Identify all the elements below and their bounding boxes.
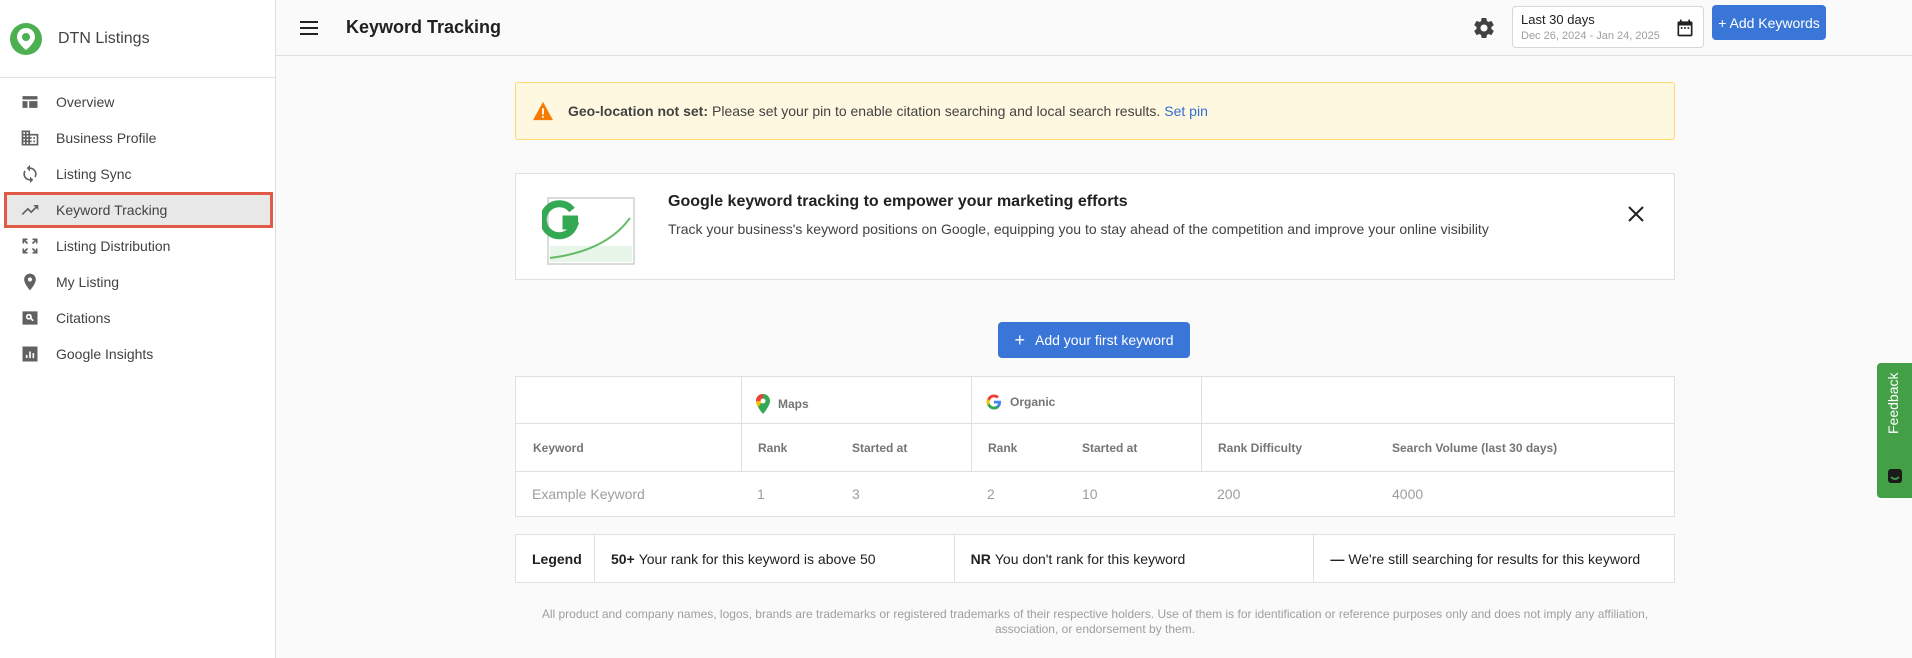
feedback-tab[interactable]: Feedback xyxy=(1877,363,1912,498)
legend-key: — xyxy=(1330,550,1345,567)
promo-title: Google keyword tracking to empower your … xyxy=(668,193,1128,210)
menu-icon[interactable] xyxy=(300,16,324,40)
sync-icon xyxy=(0,164,56,184)
table-header-row: Keyword Rank Started at Rank Started at … xyxy=(516,424,1674,472)
sidebar-item-label: Citations xyxy=(56,310,111,326)
geo-location-alert: Geo-location not set: Please set your pi… xyxy=(515,82,1675,140)
legend-item: — We're still searching for results for … xyxy=(1314,535,1674,582)
col-keyword: Keyword xyxy=(533,441,584,455)
legend-key: 50+ xyxy=(610,550,635,567)
google-keyword-illustration xyxy=(542,197,635,265)
date-range-label: Last 30 days xyxy=(1521,12,1595,27)
legend-text: Your rank for this keyword is above 50 xyxy=(638,550,876,567)
set-pin-link[interactable]: Set pin xyxy=(1164,103,1208,119)
col-maps-started: Started at xyxy=(852,441,908,455)
add-keywords-button[interactable]: + Add Keywords xyxy=(1712,5,1826,40)
legend-text: You don't rank for this keyword xyxy=(994,550,1186,567)
cell-maps-rank: 1 xyxy=(757,486,765,502)
bar-chart-icon xyxy=(0,344,56,364)
promo-text: Track your business's keyword positions … xyxy=(668,221,1489,237)
trademark-disclaimer: All product and company names, logos, br… xyxy=(541,607,1649,636)
overview-icon xyxy=(0,92,56,112)
sidebar-item-label: Google Insights xyxy=(56,346,154,362)
sidebar-item-label: Keyword Tracking xyxy=(56,202,168,218)
date-range-value: Dec 26, 2024 - Jan 24, 2025 xyxy=(1521,30,1660,42)
maps-group-header: Maps xyxy=(756,394,809,414)
col-organic-started: Started at xyxy=(1082,441,1138,455)
legend-text: We're still searching for results for th… xyxy=(1348,550,1641,567)
page-title: Keyword Tracking xyxy=(346,17,502,37)
cell-keyword: Example Keyword xyxy=(532,486,645,502)
brand-logo-icon[interactable] xyxy=(10,22,42,55)
alert-title: Geo-location not set: xyxy=(568,103,708,119)
date-range-picker[interactable]: Last 30 days Dec 26, 2024 - Jan 24, 2025 xyxy=(1512,6,1704,48)
organic-group-header: Organic xyxy=(986,394,1055,410)
col-maps-rank: Rank xyxy=(758,441,788,455)
maps-label: Maps xyxy=(778,397,809,411)
sidebar-item-citations[interactable]: Citations xyxy=(0,300,275,336)
google-icon xyxy=(986,394,1001,410)
col-rank-difficulty: Rank Difficulty xyxy=(1218,441,1303,455)
cell-rank-difficulty: 200 xyxy=(1217,486,1241,502)
sidebar-item-business-profile[interactable]: Business Profile xyxy=(0,120,275,156)
brand-name: DTN Listings xyxy=(58,29,150,47)
sidebar-item-google-insights[interactable]: Google Insights xyxy=(0,336,275,372)
legend: Legend 50+ Your rank for this keyword is… xyxy=(515,534,1675,583)
expand-icon xyxy=(0,236,56,256)
sidebar-item-label: Business Profile xyxy=(56,130,157,146)
sidebar-item-label: Listing Distribution xyxy=(56,238,171,254)
sidebar-item-listing-sync[interactable]: Listing Sync xyxy=(0,156,275,192)
sidebar: DTN Listings Overview Business Profile L… xyxy=(0,0,276,658)
warning-icon xyxy=(533,101,553,121)
organic-label: Organic xyxy=(1010,395,1056,409)
building-icon xyxy=(0,128,56,148)
feedback-label: Feedback xyxy=(1885,373,1901,435)
trending-up-icon xyxy=(4,200,56,220)
alert-text: Please set your pin to enable citation s… xyxy=(712,103,1161,119)
location-pin-icon xyxy=(0,272,56,292)
legend-key: NR xyxy=(970,550,991,567)
legend-item: 50+ Your rank for this keyword is above … xyxy=(595,535,955,582)
table-row: Example Keyword 1 3 2 10 200 4000 xyxy=(516,472,1674,518)
calendar-icon xyxy=(1677,19,1693,37)
sidebar-item-label: Overview xyxy=(56,94,115,110)
sidebar-nav: Overview Business Profile Listing Sync K… xyxy=(0,78,275,372)
cell-organic-rank: 2 xyxy=(987,486,995,502)
cell-search-volume: 4000 xyxy=(1392,486,1424,502)
brand: DTN Listings xyxy=(0,0,275,78)
cell-maps-started: 3 xyxy=(852,486,860,502)
close-icon[interactable] xyxy=(1626,204,1646,224)
sidebar-item-label: My Listing xyxy=(56,274,120,290)
google-maps-icon xyxy=(756,394,770,414)
sidebar-item-keyword-tracking[interactable]: Keyword Tracking xyxy=(4,192,273,228)
sidebar-item-overview[interactable]: Overview xyxy=(0,84,275,120)
sidebar-item-label: Listing Sync xyxy=(56,166,132,182)
table-group-header: Maps Organic xyxy=(516,377,1674,424)
add-first-keyword-button[interactable]: + Add your first keyword xyxy=(998,322,1190,358)
topbar: Keyword Tracking Last 30 days Dec 26, 20… xyxy=(276,0,1912,56)
search-box-icon xyxy=(0,308,56,328)
legend-item: NR You don't rank for this keyword xyxy=(955,535,1315,582)
sidebar-item-my-listing[interactable]: My Listing xyxy=(0,264,275,300)
col-organic-rank: Rank xyxy=(988,441,1018,455)
feedback-icon xyxy=(1888,469,1902,483)
sidebar-item-listing-distribution[interactable]: Listing Distribution xyxy=(0,228,275,264)
col-search-volume: Search Volume (last 30 days) xyxy=(1392,441,1558,455)
cell-organic-started: 10 xyxy=(1082,486,1098,502)
promo-card: Google keyword tracking to empower your … xyxy=(515,173,1675,280)
legend-title: Legend xyxy=(516,535,595,582)
keyword-table: Maps Organic Keyword Rank Started at Ran… xyxy=(515,376,1675,517)
gear-icon[interactable] xyxy=(1472,16,1496,40)
plus-icon: + xyxy=(1014,329,1025,350)
add-first-keyword-label: Add your first keyword xyxy=(1035,332,1174,348)
